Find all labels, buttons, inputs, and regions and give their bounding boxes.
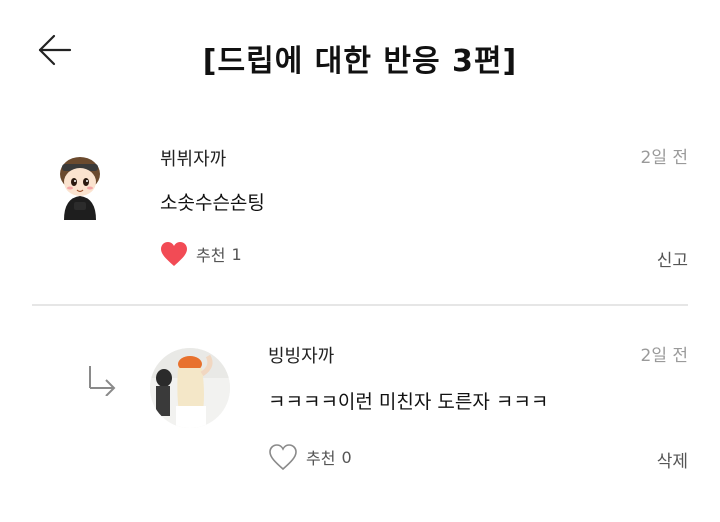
- photo-avatar-image: [150, 348, 230, 428]
- like-label: 추천: [306, 449, 336, 468]
- like-button[interactable]: 추천 0: [268, 443, 352, 471]
- avatar[interactable]: [150, 348, 230, 428]
- delete-button[interactable]: 삭제: [620, 447, 688, 472]
- comment-nickname: 빙빙자까: [268, 346, 335, 367]
- reply-arrow-icon: [89, 366, 116, 396]
- comment-body: ㅋㅋㅋㅋ이런 미친자 도른자 ㅋㅋㅋ: [268, 391, 549, 413]
- like-count: 0: [341, 447, 352, 467]
- comment-timestamp: 2일 전: [640, 346, 689, 366]
- reply-comment-item: 빙빙자까 2일 전 ㅋㅋㅋㅋ이런 미친자 도른자 ㅋㅋㅋ 추천 0 삭제: [0, 0, 720, 522]
- heart-outline-icon: [269, 444, 297, 471]
